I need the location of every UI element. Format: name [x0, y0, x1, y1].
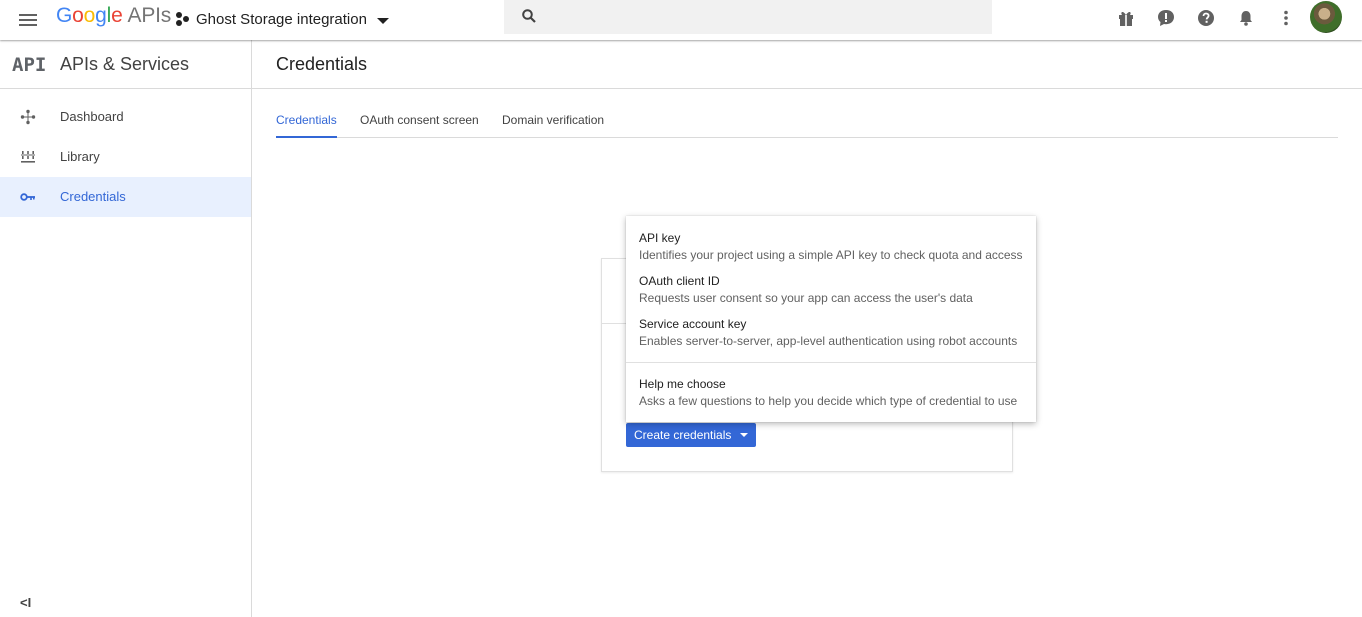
- menu-icon[interactable]: [17, 9, 39, 31]
- chevron-down-icon: [740, 433, 748, 437]
- gift-icon[interactable]: [1116, 8, 1136, 28]
- avatar[interactable]: [1310, 1, 1342, 33]
- chevron-down-icon: [376, 17, 389, 24]
- project-name: Ghost Storage integration: [196, 10, 367, 28]
- project-icon: [175, 11, 191, 27]
- menu-item-help-me-choose[interactable]: Help me choose Asks a few questions to h…: [626, 377, 1036, 413]
- library-icon: [21, 151, 35, 163]
- create-credentials-button[interactable]: Create credentials: [626, 423, 756, 447]
- menu-item-description: Identifies your project using a simple A…: [639, 248, 1023, 262]
- create-credentials-label: Create credentials: [634, 428, 732, 442]
- dashboard-icon: [20, 109, 36, 125]
- tab-bar: Credentials OAuth consent screen Domain …: [276, 108, 1338, 138]
- tab-oauth-consent-screen[interactable]: OAuth consent screen: [360, 113, 479, 138]
- menu-item-api-key[interactable]: API key Identifies your project using a …: [626, 231, 1036, 267]
- google-wordmark: Google: [56, 4, 123, 27]
- menu-divider: [626, 362, 1036, 363]
- menu-item-description: Requests user consent so your app can ac…: [639, 291, 973, 305]
- search-bar[interactable]: [504, 0, 992, 34]
- apis-wordmark: APIs: [127, 4, 172, 27]
- menu-item-title: API key: [639, 231, 681, 245]
- sidebar-item-label: Credentials: [60, 189, 126, 204]
- sidebar-nav: Dashboard Library Credentials: [0, 97, 251, 217]
- create-credentials-menu: API key Identifies your project using a …: [626, 216, 1036, 422]
- search-input[interactable]: [548, 6, 978, 28]
- sidebar-item-label: Dashboard: [60, 109, 124, 124]
- menu-item-service-account-key[interactable]: Service account key Enables server-to-se…: [626, 317, 1036, 353]
- tab-credentials[interactable]: Credentials: [276, 113, 337, 138]
- menu-item-title: OAuth client ID: [639, 274, 720, 288]
- sidebar-item-credentials[interactable]: Credentials: [0, 177, 251, 217]
- notifications-icon[interactable]: [1236, 8, 1256, 28]
- collapse-sidebar-icon[interactable]: <I: [20, 595, 31, 610]
- menu-item-title: Service account key: [639, 317, 747, 331]
- more-vert-icon[interactable]: [1276, 8, 1296, 28]
- search-icon: [522, 9, 536, 23]
- api-logo-icon: API: [12, 54, 47, 76]
- feedback-icon[interactable]: [1156, 8, 1176, 28]
- sidebar-title: APIs & Services: [60, 54, 190, 74]
- help-icon[interactable]: [1196, 8, 1216, 28]
- sidebar-header: API APIs & Services: [0, 40, 251, 89]
- sidebar-item-library[interactable]: Library: [0, 137, 251, 177]
- key-icon: [20, 193, 35, 201]
- menu-item-description: Asks a few questions to help you decide …: [639, 394, 1018, 408]
- menu-item-description: Enables server-to-server, app-level auth…: [639, 334, 1018, 348]
- sidebar: API APIs & Services Dashboard Library Cr…: [0, 40, 252, 617]
- sidebar-item-dashboard[interactable]: Dashboard: [0, 97, 251, 137]
- menu-item-oauth-client-id[interactable]: OAuth client ID Requests user consent so…: [626, 274, 1036, 310]
- project-selector[interactable]: Ghost Storage integration: [175, 8, 389, 30]
- main-header: Credentials: [252, 40, 1362, 89]
- sidebar-item-label: Library: [60, 149, 100, 164]
- tab-domain-verification[interactable]: Domain verification: [502, 113, 604, 138]
- menu-item-title: Help me choose: [639, 377, 726, 391]
- page-title: Credentials: [276, 54, 368, 74]
- google-apis-logo[interactable]: Google APIs: [56, 4, 171, 28]
- top-app-bar: Google APIs Ghost Storage integration: [0, 0, 1362, 40]
